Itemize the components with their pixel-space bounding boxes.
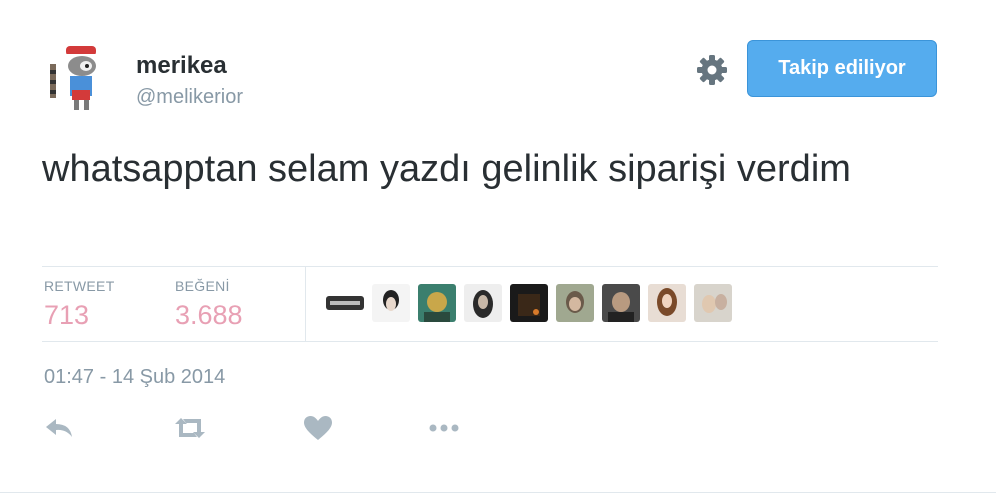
stats-divider <box>305 266 306 341</box>
liker-avatar[interactable] <box>372 284 410 322</box>
tweet-text: whatsapptan selam yazdı gelinlik sipariş… <box>42 148 851 190</box>
divider-top <box>42 266 938 267</box>
retweet-count[interactable]: 713 <box>44 300 89 331</box>
heart-icon[interactable] <box>302 414 334 442</box>
avatar[interactable] <box>44 44 104 114</box>
user-handle[interactable]: @melikerior <box>136 86 243 109</box>
card-bottom-border <box>0 492 996 493</box>
liker-avatar[interactable] <box>602 284 640 322</box>
liker-avatar[interactable] <box>694 284 732 322</box>
liker-avatar[interactable] <box>418 284 456 322</box>
retweet-stat-label[interactable]: RETWEET <box>44 278 115 294</box>
liker-avatar[interactable] <box>648 284 686 322</box>
like-count[interactable]: 3.688 <box>175 300 243 331</box>
tweet-timestamp[interactable]: 01:47 - 14 Şub 2014 <box>44 366 225 389</box>
more-icon[interactable] <box>428 414 460 442</box>
like-stat-label[interactable]: BEĞENİ <box>175 278 230 294</box>
divider-bottom <box>42 341 938 342</box>
liker-avatar[interactable] <box>326 296 364 310</box>
following-button[interactable]: Takip ediliyor <box>747 40 937 97</box>
liker-avatar[interactable] <box>464 284 502 322</box>
retweet-icon[interactable] <box>172 414 208 442</box>
display-name[interactable]: merikea <box>136 52 227 80</box>
liker-avatar[interactable] <box>510 284 548 322</box>
liker-avatar[interactable] <box>556 284 594 322</box>
reply-icon[interactable] <box>44 414 76 442</box>
gear-icon[interactable] <box>696 54 728 86</box>
